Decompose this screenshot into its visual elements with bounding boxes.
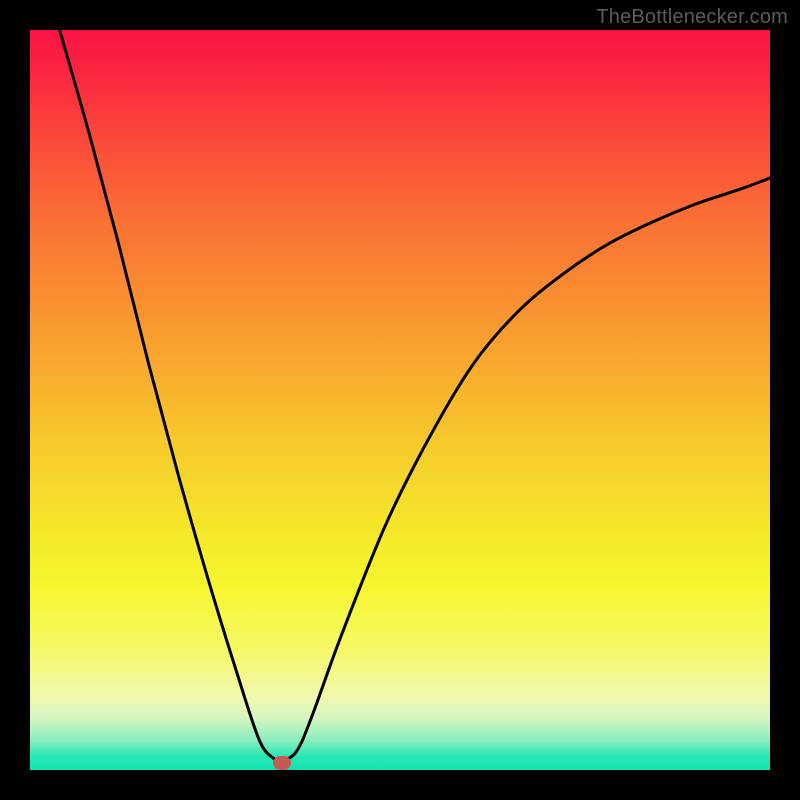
attribution-label: TheBottlenecker.com [596,6,788,29]
bottleneck-curve [30,30,770,770]
optimal-point-marker [273,756,291,770]
chart-plot-area [30,30,770,770]
chart-frame: TheBottlenecker.com [0,0,800,800]
